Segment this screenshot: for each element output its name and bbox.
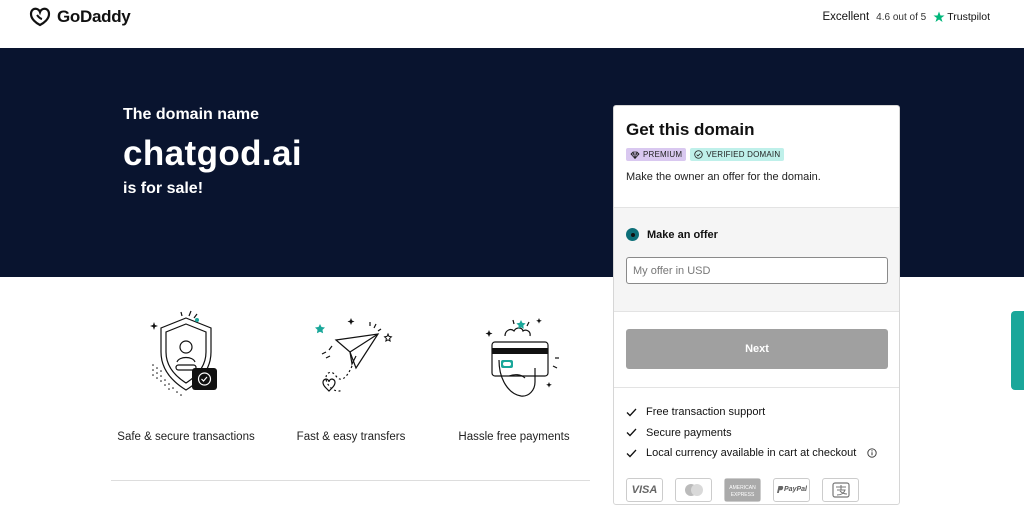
features-row: Safe & secure transactions Fast & easy t… bbox=[111, 310, 591, 450]
paypal-icon bbox=[777, 486, 784, 493]
feature-label: Hassle free payments bbox=[458, 431, 570, 443]
rating-score: 4.6 out of 5 bbox=[876, 11, 927, 23]
paper-plane-icon bbox=[315, 318, 393, 392]
alipay-logo bbox=[822, 477, 859, 502]
logo-text: GoDaddy bbox=[57, 7, 131, 26]
mastercard-logo bbox=[675, 477, 712, 502]
card-header: Get this domain PREMIUM VERIFIED DOMAIN … bbox=[614, 106, 899, 207]
trustpilot-brand: Trustpilot bbox=[933, 11, 990, 23]
feature-label: Fast & easy transfers bbox=[296, 431, 406, 443]
amex-logo: AMERICAN EXPRESS bbox=[724, 477, 761, 502]
badge-row: PREMIUM VERIFIED DOMAIN bbox=[626, 148, 887, 161]
next-button[interactable]: Next bbox=[626, 329, 888, 369]
checkmark-icon bbox=[626, 408, 637, 417]
diamond-icon bbox=[630, 151, 640, 159]
paypal-label: PayPal bbox=[784, 486, 807, 493]
benefit-item: Local currency available in cart at chec… bbox=[626, 443, 887, 464]
trustpilot-text: Trustpilot bbox=[947, 11, 990, 23]
visa-logo: VISA bbox=[626, 477, 663, 502]
shield-icon bbox=[150, 310, 217, 396]
benefit-label: Local currency available in cart at chec… bbox=[646, 447, 857, 460]
trustpilot-star-icon bbox=[933, 11, 945, 22]
verified-badge: VERIFIED DOMAIN bbox=[690, 148, 785, 161]
benefit-label: Free transaction support bbox=[646, 406, 766, 419]
godaddy-logo-icon bbox=[29, 7, 51, 27]
rating-label: Excellent bbox=[822, 11, 870, 23]
hero-intro: The domain name bbox=[123, 106, 260, 123]
offer-section: Make an offer bbox=[614, 207, 899, 311]
next-section: Next bbox=[614, 311, 899, 387]
benefits-list: Free transaction support Secure payments… bbox=[614, 387, 899, 502]
card-title: Get this domain bbox=[626, 120, 755, 139]
trustpilot-rating[interactable]: Excellent 4.6 out of 5 Trustpilot bbox=[822, 11, 990, 23]
hero-text: The domain name chatgod.ai is for sale! bbox=[123, 106, 302, 198]
benefit-label: Secure payments bbox=[646, 426, 732, 439]
paypal-logo: PayPal bbox=[773, 477, 810, 502]
svg-text:AMERICAN: AMERICAN bbox=[729, 485, 756, 491]
hero-outro: is for sale! bbox=[123, 180, 204, 197]
amex-icon: AMERICANEXPRESS bbox=[725, 478, 760, 501]
godaddy-logo[interactable]: GoDaddy bbox=[29, 7, 131, 27]
premium-badge-label: PREMIUM bbox=[643, 150, 683, 159]
payment-methods: VISA AMERICAN EXPRESS PayPal bbox=[626, 477, 887, 502]
card-payment-icon bbox=[485, 318, 559, 397]
check-circle-icon bbox=[694, 150, 703, 159]
top-bar: GoDaddy Excellent 4.6 out of 5 Trustpilo… bbox=[0, 0, 1024, 48]
feature-payments: Hassle free payments bbox=[439, 310, 589, 443]
card-description: Make the owner an offer for the domain. bbox=[626, 171, 821, 183]
mastercard-icon bbox=[684, 483, 703, 496]
make-offer-label: Make an offer bbox=[647, 228, 718, 241]
get-domain-card: Get this domain PREMIUM VERIFIED DOMAIN … bbox=[613, 105, 900, 505]
checkmark-icon bbox=[626, 449, 637, 458]
feature-secure: Safe & secure transactions bbox=[111, 310, 261, 443]
offer-amount-input[interactable] bbox=[626, 257, 888, 284]
benefit-item: Secure payments bbox=[626, 423, 887, 444]
make-offer-radio[interactable] bbox=[626, 228, 639, 241]
alipay-icon bbox=[831, 481, 850, 498]
feedback-side-tab[interactable] bbox=[1011, 311, 1024, 390]
verified-badge-label: VERIFIED DOMAIN bbox=[706, 150, 781, 159]
feature-label: Safe & secure transactions bbox=[117, 431, 255, 443]
content-divider bbox=[111, 480, 590, 481]
info-icon[interactable] bbox=[867, 448, 877, 458]
domain-name: chatgod.ai bbox=[123, 134, 303, 173]
make-offer-option[interactable]: Make an offer bbox=[626, 228, 887, 241]
svg-text:EXPRESS: EXPRESS bbox=[731, 492, 755, 498]
benefit-item: Free transaction support bbox=[626, 402, 887, 423]
checkmark-icon bbox=[626, 428, 637, 437]
premium-badge: PREMIUM bbox=[626, 148, 687, 161]
feature-transfers: Fast & easy transfers bbox=[276, 310, 426, 443]
